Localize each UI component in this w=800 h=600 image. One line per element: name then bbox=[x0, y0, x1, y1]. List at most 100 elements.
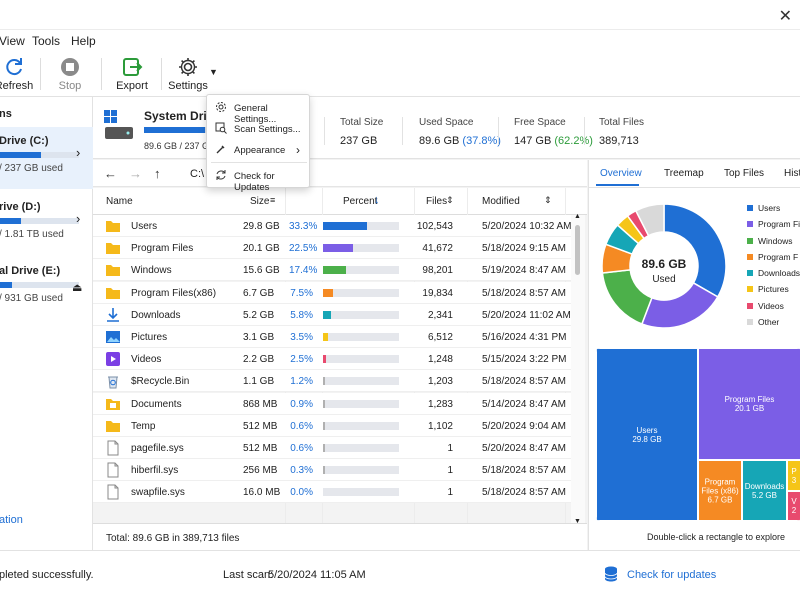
refresh-button[interactable]: Refresh bbox=[0, 56, 34, 92]
column-files[interactable]: Files bbox=[426, 196, 447, 207]
legend-item: Pictures bbox=[747, 284, 800, 300]
table-row[interactable]: Downloads 5.2 GB 5.8% 2,341 5/20/2024 11:02 … bbox=[93, 303, 571, 326]
legend-label: Other bbox=[758, 317, 780, 328]
menu-view[interactable]: View bbox=[0, 34, 25, 48]
table-row[interactable]: swapfile.sys 16.0 MB 0.0% 1 5/18/2024 8:57 A… bbox=[93, 481, 571, 504]
menu-item-general-settings[interactable]: General Settings... bbox=[207, 97, 311, 125]
treemap-cell[interactable]: Users 29.8 GB bbox=[596, 348, 698, 521]
table-row[interactable]: Program Files(x86) 6.7 GB 7.5% 19,834 5/18/2… bbox=[93, 281, 571, 304]
menu-tools[interactable]: Tools bbox=[32, 34, 60, 48]
menu-item-appearance[interactable]: Appearance › bbox=[207, 139, 311, 160]
scroll-thumb[interactable] bbox=[575, 225, 580, 275]
filter-icon[interactable]: ≡ bbox=[270, 195, 275, 205]
stop-icon bbox=[61, 58, 79, 76]
treemap-cell-size: 2 bbox=[791, 506, 797, 515]
column-size[interactable]: Size bbox=[250, 196, 269, 207]
sort-icon[interactable]: ⇕ bbox=[446, 195, 454, 206]
drive-size: / 237 GB used bbox=[0, 163, 63, 174]
database-icon bbox=[604, 566, 618, 582]
chevron-right-icon: › bbox=[296, 143, 300, 157]
tab-treemap[interactable]: Treemap bbox=[664, 168, 704, 179]
row-percent-bar bbox=[323, 399, 399, 408]
treemap-cell[interactable]: Program Files 20.1 GB bbox=[698, 348, 800, 460]
menu-item-check-updates[interactable]: Check for Updates bbox=[207, 165, 311, 193]
legend-label: Program Files bbox=[758, 219, 800, 230]
row-percent: 0.6% bbox=[290, 420, 313, 432]
tab-histogram[interactable]: Histo bbox=[784, 168, 800, 179]
back-arrow-icon[interactable]: ← bbox=[104, 166, 117, 181]
row-modified: 5/18/2024 8:57 AM bbox=[482, 465, 566, 477]
row-percent-bar bbox=[323, 266, 399, 275]
scroll-up-icon[interactable]: ▲ bbox=[574, 213, 581, 220]
eject-icon[interactable]: ⏏ bbox=[72, 281, 82, 294]
column-name[interactable]: Name bbox=[106, 196, 133, 207]
treemap-cell[interactable]: P3 bbox=[787, 460, 800, 491]
table-row[interactable]: Videos 2.2 GB 2.5% 1,248 5/15/2024 3:22 PM bbox=[93, 348, 571, 371]
table-row[interactable]: hiberfil.sys 256 MB 0.3% 1 5/18/2024 8:57 AM bbox=[93, 459, 571, 482]
menu-item-scan-settings[interactable]: Scan Settings... bbox=[207, 118, 311, 139]
forward-arrow-icon[interactable]: → bbox=[129, 166, 142, 181]
treemap-cell[interactable]: Program Files (x86) 6.7 GB bbox=[698, 460, 742, 521]
row-size: 6.7 GB bbox=[243, 287, 275, 299]
menu-help[interactable]: Help bbox=[71, 34, 96, 48]
close-icon[interactable]: ✕ bbox=[779, 6, 792, 26]
stat-total-files: Total Files 389,713 bbox=[599, 117, 644, 147]
table-row[interactable]: Pictures 3.1 GB 3.5% 6,512 5/16/2024 4:31 PM bbox=[93, 326, 571, 348]
path-input[interactable]: C:\ bbox=[190, 168, 204, 180]
sidebar-link[interactable]: ation bbox=[0, 514, 23, 526]
row-name: Downloads bbox=[131, 309, 181, 321]
sort-down-icon[interactable]: ↓ bbox=[374, 194, 380, 206]
refresh-label: Refresh bbox=[0, 80, 34, 92]
tab-top-files[interactable]: Top Files bbox=[724, 168, 764, 179]
row-percent: 22.5% bbox=[289, 243, 318, 255]
sidebar-drive-c[interactable]: Drive (C:) / 237 GB used › bbox=[0, 127, 93, 189]
stop-button[interactable]: Stop bbox=[52, 56, 88, 92]
column-percent[interactable]: Percent bbox=[343, 196, 377, 207]
table-row[interactable]: $Recycle.Bin 1.1 GB 1.2% 1,203 5/18/2024 8:5… bbox=[93, 370, 571, 393]
treemap-cell[interactable]: Downloads 5.2 GB bbox=[742, 460, 787, 521]
chevron-down-icon[interactable]: ▼ bbox=[209, 67, 218, 77]
settings-dropdown-menu: General Settings... Scan Settings... App… bbox=[206, 94, 311, 193]
table-row[interactable]: Users 29.8 GB 33.3% 102,543 5/20/2024 10:32 … bbox=[93, 215, 572, 237]
treemap[interactable]: Users 29.8 GB Program Files 20.1 GB Program … bbox=[596, 348, 800, 521]
download-icon bbox=[107, 307, 119, 322]
treemap-hint: Double-click a rectangle to explore bbox=[646, 532, 786, 542]
tab-overview[interactable]: Overview bbox=[600, 168, 642, 179]
file-icon bbox=[107, 440, 119, 456]
column-modified[interactable]: Modified bbox=[482, 196, 520, 207]
check-updates-link[interactable]: Check for updates bbox=[627, 569, 716, 581]
videos-icon bbox=[106, 352, 120, 367]
stat-total-size: Total Size 237 GB bbox=[340, 117, 383, 147]
table-row[interactable]: Documents 868 MB 0.9% 1,283 5/14/2024 8:47 A… bbox=[93, 392, 571, 415]
row-files: 102,543 bbox=[416, 221, 453, 232]
row-modified: 5/15/2024 3:22 PM bbox=[482, 354, 567, 366]
legend-swatch bbox=[747, 319, 753, 326]
scrollbar[interactable]: ▲ ▼ bbox=[571, 213, 585, 525]
sidebar-drive-e[interactable]: al Drive (E:) / 931 GB used ⏏ bbox=[0, 257, 93, 319]
gear-icon bbox=[216, 102, 226, 112]
up-arrow-icon[interactable]: ↑ bbox=[154, 166, 161, 181]
export-icon bbox=[123, 58, 143, 76]
row-files: 1,203 bbox=[427, 376, 453, 388]
settings-button[interactable]: Settings bbox=[168, 56, 208, 92]
row-size: 3.1 GB bbox=[243, 332, 275, 343]
row-percent: 2.5% bbox=[290, 354, 313, 366]
chevron-right-icon: › bbox=[76, 211, 81, 226]
row-size: 512 MB bbox=[243, 443, 278, 454]
drive-name: Drive (C:) bbox=[0, 135, 49, 147]
toolbar-divider bbox=[101, 58, 102, 90]
treemap-cell[interactable]: V2 bbox=[787, 491, 800, 521]
row-percent-bar bbox=[323, 222, 399, 230]
row-modified: 5/20/2024 10:32 AM bbox=[482, 221, 572, 232]
table-row[interactable]: pagefile.sys 512 MB 0.6% 1 5/20/2024 8:47 AM bbox=[93, 437, 571, 459]
row-name: $Recycle.Bin bbox=[131, 376, 190, 388]
scan-icon bbox=[215, 122, 227, 134]
table-row[interactable]: Windows 15.6 GB 17.4% 98,201 5/19/2024 8:47 … bbox=[93, 259, 571, 282]
row-percent: 0.9% bbox=[290, 398, 313, 410]
table-row[interactable]: Program Files 20.1 GB 22.5% 41,672 5/18/2024… bbox=[93, 237, 571, 260]
sidebar-drive-d[interactable]: rive (D:) / 1.81 TB used › bbox=[0, 193, 93, 255]
table-row[interactable]: Temp 512 MB 0.6% 1,102 5/20/2024 9:04 AM bbox=[93, 414, 571, 437]
stat-percent: (37.8%) bbox=[462, 135, 501, 147]
export-button[interactable]: Export bbox=[114, 56, 150, 92]
sort-icon[interactable]: ⇕ bbox=[544, 195, 552, 206]
